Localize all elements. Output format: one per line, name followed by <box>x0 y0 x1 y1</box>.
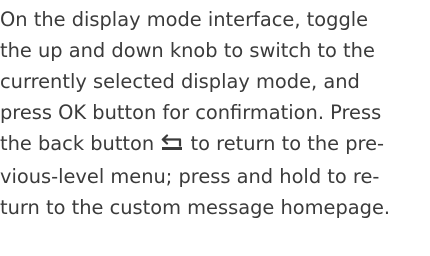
paragraph-line-5: the back button to return to the pre- <box>0 128 430 161</box>
paragraph-line-5-start: the back button <box>0 132 161 155</box>
paragraph-line-7: turn to the custom message homepage. <box>0 196 391 219</box>
paragraph-line-3: currently selected display mode, and <box>0 70 360 93</box>
back-arrow-icon <box>161 130 183 161</box>
paragraph-line-5-end: to return to the pre- <box>184 132 385 155</box>
paragraph-line-6: vious-level menu; press and hold to re- <box>0 165 380 188</box>
paragraph-line-2: the up and down knob to switch to the <box>0 39 375 62</box>
instruction-paragraph: On the display mode interface, toggle th… <box>0 4 430 223</box>
paragraph-line-1: On the display mode interface, toggle <box>0 8 369 31</box>
paragraph-line-4: press OK button for confirmation. Press <box>0 101 382 124</box>
